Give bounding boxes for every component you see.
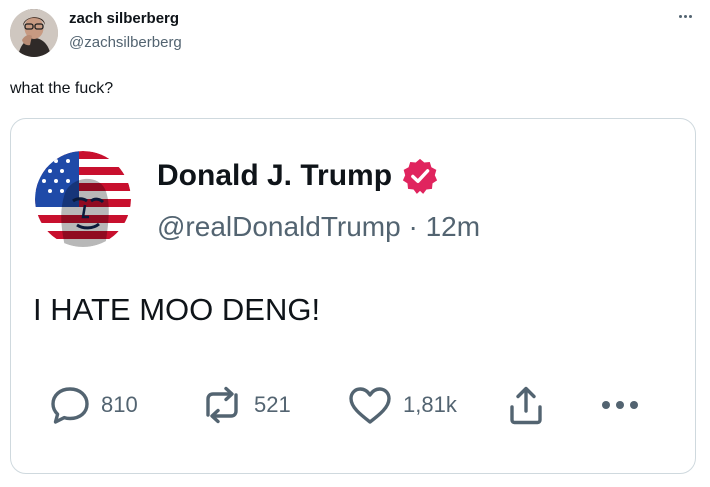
avatar-photo [10,9,58,57]
more-horizontal-icon [678,14,682,18]
post-action-bar: 810 521 1,81k [49,385,669,425]
meta-separator: · [408,211,418,242]
like-count: 1,81k [403,392,457,417]
reply-count: 810 [101,392,138,417]
avatar[interactable] [10,9,58,57]
repost-icon [206,386,238,424]
quoted-author-name[interactable]: Donald J. Trump [157,158,392,194]
quoted-post-text: I HATE MOO DENG! [33,292,321,327]
share-icon [510,386,542,425]
more-options-button[interactable] [598,385,642,425]
avatar-photo [35,151,131,247]
author-handle[interactable]: @zachsilberberg [69,33,182,53]
post-timestamp[interactable]: 12m [426,211,480,242]
share-button[interactable] [508,385,544,425]
quoted-post-card[interactable]: Donald J. Trump @realDonaldTrump · 12m I… [10,118,696,474]
repost-button[interactable]: 521 [200,385,291,425]
reply-icon [51,387,89,424]
post-text: what the fuck? [10,80,114,97]
verified-badge-icon [402,158,438,194]
repost-count: 521 [254,392,291,417]
like-button[interactable]: 1,81k [347,385,457,425]
like-icon [349,387,391,424]
quoted-author-avatar[interactable] [35,151,131,247]
author-name[interactable]: zach silberberg [69,9,179,29]
quoted-post-meta: @realDonaldTrump · 12m [157,209,480,245]
more-options-button[interactable] [672,6,698,26]
reply-button[interactable]: 810 [49,385,138,425]
more-horizontal-icon [602,401,638,409]
quoted-author-handle[interactable]: @realDonaldTrump [157,211,401,242]
